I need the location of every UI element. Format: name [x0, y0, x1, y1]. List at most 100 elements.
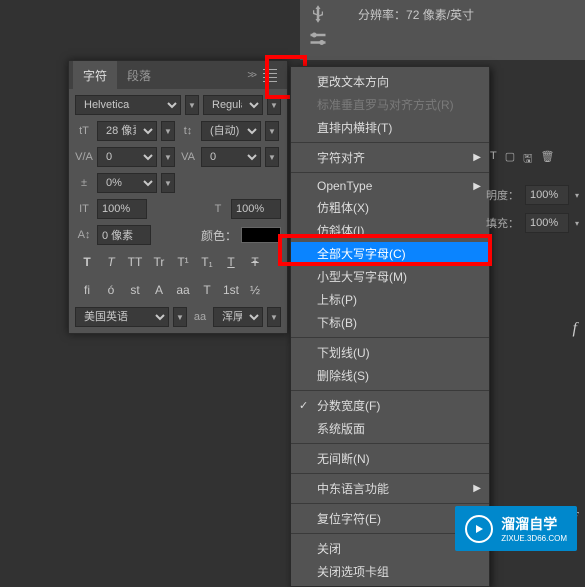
text-color-swatch[interactable] — [241, 227, 281, 243]
chevron-down-icon[interactable]: ▼ — [267, 307, 281, 327]
vscale-input[interactable] — [97, 199, 147, 219]
kerning-icon: V/A — [75, 148, 93, 166]
hscale-icon: T — [209, 200, 227, 218]
baseline-px-icon: A↕ — [75, 226, 93, 244]
swash-button[interactable]: A — [147, 279, 171, 301]
menu-item[interactable]: 字符对齐▶ — [291, 146, 489, 169]
panel-menu-button[interactable] — [259, 63, 283, 87]
baseline-shift-input[interactable]: 0% — [97, 173, 157, 193]
menu-item[interactable]: 系统版面 — [291, 417, 489, 440]
menu-item[interactable]: 删除线(S) — [291, 364, 489, 387]
font-family-select[interactable]: Helvetica — [75, 95, 181, 115]
kerning-input[interactable]: 0 — [97, 147, 157, 167]
sliders-icon[interactable] — [308, 30, 328, 50]
titling-button[interactable]: T — [195, 279, 219, 301]
font-size-icon: tT — [75, 122, 93, 140]
alt-button[interactable]: ó — [99, 279, 123, 301]
menu-item[interactable]: 直排内横排(T) — [291, 116, 489, 139]
submenu-arrow-icon: ▶ — [473, 152, 481, 163]
chevron-down-icon[interactable]: ▼ — [161, 147, 175, 167]
menu-item[interactable]: 分数宽度(F)✓ — [291, 394, 489, 417]
watermark-logo: 溜溜自学 ZIXUE.3D66.COM — [455, 506, 577, 551]
color-label: 颜色： — [201, 227, 237, 244]
menu-item[interactable]: 仿粗体(X) — [291, 196, 489, 219]
menu-separator — [291, 443, 489, 444]
save-icon[interactable]: 🖫 — [523, 150, 532, 169]
type-style-row-2: fi ó st A aa T 1st ½ — [75, 279, 281, 301]
menu-item[interactable]: 仿斜体(I) — [291, 219, 489, 242]
menu-item: 标准垂直罗马对齐方式(R) — [291, 93, 489, 116]
menu-item[interactable]: OpenType▶ — [291, 176, 489, 196]
checkmark-icon: ✓ — [299, 399, 308, 412]
bold-t-button[interactable]: T — [75, 251, 99, 273]
chevron-down-icon[interactable]: ▼ — [265, 147, 279, 167]
chevron-down-icon[interactable]: ▼ — [267, 95, 281, 115]
submenu-arrow-icon: ▶ — [473, 181, 481, 192]
chevron-down-icon[interactable]: ▼ — [161, 121, 175, 141]
underline-button[interactable]: T — [219, 251, 243, 273]
character-panel: 字符 段落 >> Helvetica ▼ Regular ▼ tT 28 像素 … — [68, 60, 288, 334]
menu-item[interactable]: 关闭选项卡组 — [291, 560, 489, 583]
tab-paragraph[interactable]: 段落 — [117, 61, 161, 90]
menu-item[interactable]: 上标(P) — [291, 288, 489, 311]
antialias-icon: aa — [191, 308, 209, 326]
strike-button[interactable]: Ŧ — [243, 251, 267, 273]
menu-item[interactable]: 小型大写字母(M) — [291, 265, 489, 288]
tab-character[interactable]: 字符 — [73, 61, 117, 90]
trash-icon[interactable]: 🗑 — [541, 150, 555, 169]
ligature-button[interactable]: fi — [75, 279, 99, 301]
rect-icon[interactable]: ▢ — [505, 150, 515, 169]
superscript-button[interactable]: T¹ — [171, 251, 195, 273]
play-icon — [465, 515, 493, 543]
chevron-down-icon[interactable]: ▾ — [575, 191, 579, 200]
menu-item[interactable]: 更改文本方向 — [291, 70, 489, 93]
chevron-down-icon[interactable]: ▾ — [575, 219, 579, 228]
type-style-row-1: T T TT Tr T¹ T₁ T Ŧ — [75, 251, 281, 273]
fx-icon: f — [573, 320, 577, 338]
stylistic-button[interactable]: aa — [171, 279, 195, 301]
chevron-down-icon[interactable]: ▼ — [265, 121, 279, 141]
opacity-input[interactable] — [525, 185, 569, 205]
tracking-icon: VA — [179, 148, 197, 166]
ordinals-button[interactable]: 1st — [219, 279, 243, 301]
leading-icon: t↕ — [179, 122, 197, 140]
type-tool-icon[interactable]: T — [490, 150, 497, 169]
menu-item[interactable]: 下划线(U) — [291, 341, 489, 364]
menu-item[interactable]: 全部大写字母(C) — [291, 242, 489, 265]
menu-separator — [291, 142, 489, 143]
logo-url: ZIXUE.3D66.COM — [501, 534, 567, 543]
font-size-input[interactable]: 28 像素 — [97, 121, 157, 141]
menu-separator — [291, 473, 489, 474]
logo-title: 溜溜自学 — [501, 514, 567, 534]
allcaps-button[interactable]: TT — [123, 251, 147, 273]
menu-separator — [291, 172, 489, 173]
usb-icon — [308, 4, 328, 24]
hscale-input[interactable] — [231, 199, 281, 219]
menu-separator — [291, 503, 489, 504]
smallcaps-button[interactable]: Tr — [147, 251, 171, 273]
resolution-label: 分辨率： — [358, 8, 406, 22]
chevron-down-icon[interactable]: ▼ — [185, 95, 199, 115]
discretionary-button[interactable]: st — [123, 279, 147, 301]
fill-label: 填充： — [486, 215, 519, 231]
antialias-select[interactable]: 浑厚 — [213, 307, 263, 327]
font-style-select[interactable]: Regular — [203, 95, 263, 115]
italic-t-button[interactable]: T — [99, 251, 123, 273]
menu-item[interactable]: 无间断(N) — [291, 447, 489, 470]
tracking-input[interactable]: 0 — [201, 147, 261, 167]
menu-separator — [291, 337, 489, 338]
opacity-label: 明度： — [486, 187, 519, 203]
baseline-px-input[interactable] — [97, 225, 151, 245]
menu-item[interactable]: 中东语言功能▶ — [291, 477, 489, 500]
language-select[interactable]: 美国英语 — [75, 307, 169, 327]
fractions-button[interactable]: ½ — [243, 279, 267, 301]
chevron-down-icon[interactable]: ▼ — [161, 173, 175, 193]
subscript-button[interactable]: T₁ — [195, 251, 219, 273]
menu-item[interactable]: 下标(B) — [291, 311, 489, 334]
submenu-arrow-icon: ▶ — [473, 483, 481, 494]
leading-input[interactable]: (自动) — [201, 121, 261, 141]
collapse-arrows-icon[interactable]: >> — [243, 70, 259, 81]
fill-input[interactable] — [525, 213, 569, 233]
baseline-shift-icon: ± — [75, 174, 93, 192]
chevron-down-icon[interactable]: ▼ — [173, 307, 187, 327]
